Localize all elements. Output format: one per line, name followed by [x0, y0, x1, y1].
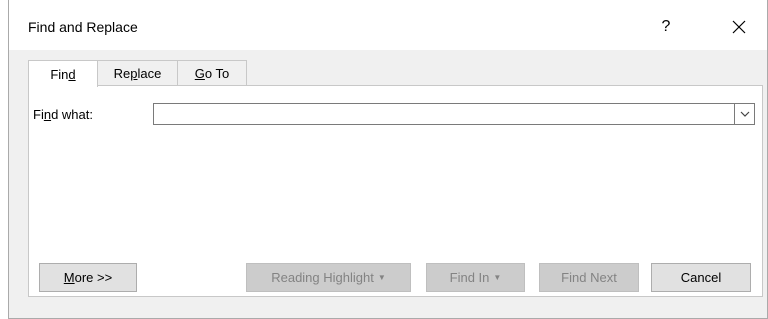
tab-find-label: Find: [50, 66, 76, 82]
tab-goto-label: Go To: [194, 66, 230, 81]
help-icon: ?: [661, 18, 671, 35]
find-what-input[interactable]: [153, 103, 735, 125]
more-button[interactable]: More >>: [39, 263, 137, 292]
find-next-label: Find Next: [561, 270, 617, 285]
reading-highlight-button[interactable]: Reading Highlight ▼: [246, 263, 411, 292]
close-button[interactable]: [721, 12, 757, 42]
find-replace-dialog: Find and Replace ? Find Replace Go To Fi…: [8, 0, 768, 319]
tab-goto[interactable]: Go To: [177, 60, 247, 86]
find-what-label: Find what:: [33, 107, 93, 122]
find-next-button[interactable]: Find Next: [539, 263, 639, 292]
more-button-label: More >>: [63, 270, 113, 285]
dialog-title: Find and Replace: [28, 19, 138, 35]
cancel-label: Cancel: [680, 270, 722, 285]
dropdown-caret-icon: ▼: [377, 273, 386, 282]
cancel-button[interactable]: Cancel: [651, 263, 751, 292]
close-icon: [732, 20, 746, 34]
find-in-label: Find In: [449, 270, 490, 285]
reading-highlight-label: Reading Highlight: [271, 270, 374, 285]
title-bar: Find and Replace ?: [9, 0, 767, 50]
chevron-down-icon: [740, 111, 749, 117]
find-in-button[interactable]: Find In ▼: [426, 263, 525, 292]
tab-replace[interactable]: Replace: [97, 60, 178, 86]
tab-replace-label: Replace: [113, 66, 162, 81]
find-history-dropdown[interactable]: [735, 103, 755, 125]
tab-find[interactable]: Find: [28, 60, 98, 87]
find-panel: Find what: More >> Reading Highlight ▼ F…: [28, 85, 763, 297]
help-button[interactable]: ?: [651, 12, 681, 42]
dropdown-caret-icon: ▼: [493, 273, 502, 282]
